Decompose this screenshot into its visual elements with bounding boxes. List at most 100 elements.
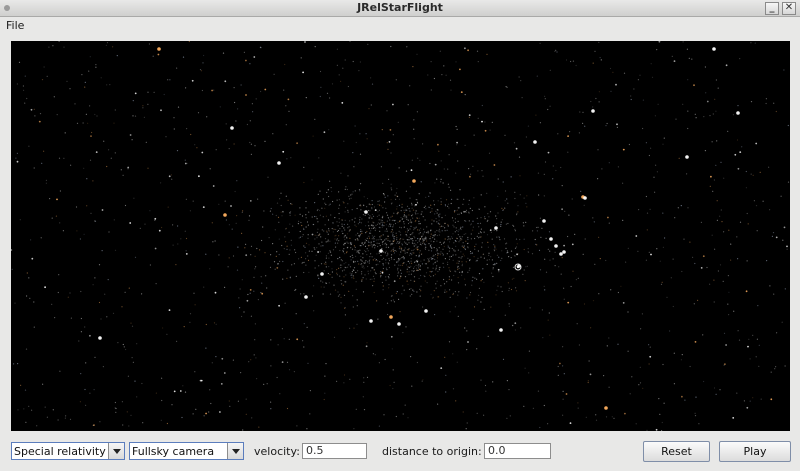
star bbox=[232, 359, 234, 361]
star bbox=[463, 233, 465, 235]
star bbox=[347, 227, 349, 229]
star bbox=[423, 275, 425, 277]
star bbox=[463, 210, 465, 213]
star bbox=[213, 322, 216, 324]
star bbox=[228, 148, 230, 150]
star bbox=[578, 132, 581, 134]
star bbox=[454, 250, 456, 252]
star bbox=[420, 227, 422, 229]
star bbox=[448, 278, 450, 280]
velocity-field[interactable]: 0.5 bbox=[302, 443, 367, 459]
star bbox=[314, 215, 316, 218]
minimize-button[interactable]: _ bbox=[765, 2, 779, 15]
star bbox=[418, 254, 420, 256]
star bbox=[403, 258, 405, 260]
star bbox=[235, 222, 237, 224]
star bbox=[387, 276, 389, 278]
star bbox=[752, 334, 754, 336]
star bbox=[650, 253, 652, 256]
star bbox=[278, 253, 280, 256]
star bbox=[609, 67, 612, 70]
star bbox=[393, 258, 395, 261]
star bbox=[687, 79, 689, 81]
play-button[interactable]: Play bbox=[719, 441, 791, 462]
star bbox=[293, 263, 295, 265]
star bbox=[429, 244, 431, 246]
star bbox=[302, 234, 304, 236]
star bbox=[456, 361, 458, 363]
star bbox=[311, 233, 314, 236]
star bbox=[295, 313, 297, 315]
chevron-down-icon[interactable] bbox=[108, 443, 124, 459]
star bbox=[414, 221, 416, 223]
star bbox=[338, 240, 340, 242]
star bbox=[469, 259, 471, 262]
star bbox=[307, 234, 309, 236]
star bbox=[364, 274, 366, 276]
star bbox=[590, 100, 592, 103]
star bbox=[466, 422, 468, 424]
star bbox=[401, 203, 403, 205]
star bbox=[253, 276, 255, 278]
star bbox=[537, 390, 540, 392]
star bbox=[456, 198, 458, 200]
star bbox=[26, 272, 28, 274]
star bbox=[382, 207, 384, 209]
menu-file[interactable]: File bbox=[6, 19, 24, 32]
camera-select[interactable]: Fullsky camera bbox=[129, 442, 244, 460]
theory-select[interactable]: Special relativity bbox=[11, 442, 125, 460]
reset-button[interactable]: Reset bbox=[643, 441, 710, 462]
star bbox=[439, 254, 441, 256]
star bbox=[340, 279, 342, 282]
star bbox=[100, 318, 102, 320]
star bbox=[755, 205, 758, 207]
star bbox=[290, 157, 292, 159]
star bbox=[399, 226, 401, 228]
distance-field[interactable]: 0.0 bbox=[484, 443, 551, 459]
star bbox=[513, 225, 515, 227]
star bbox=[506, 242, 508, 244]
sky-view[interactable] bbox=[11, 41, 790, 431]
star bbox=[420, 290, 422, 292]
star bbox=[398, 258, 400, 260]
star bbox=[356, 299, 358, 301]
star bbox=[411, 238, 413, 240]
star bbox=[424, 248, 427, 250]
star bbox=[318, 243, 320, 245]
star bbox=[782, 239, 784, 241]
star bbox=[541, 309, 544, 311]
star bbox=[371, 213, 373, 216]
star bbox=[409, 186, 411, 188]
star bbox=[278, 238, 280, 240]
star bbox=[559, 362, 561, 365]
star bbox=[363, 196, 365, 198]
star bbox=[570, 285, 572, 288]
star bbox=[454, 210, 456, 212]
star bbox=[419, 250, 421, 252]
star bbox=[450, 236, 453, 238]
star bbox=[82, 122, 84, 124]
star bbox=[337, 229, 340, 232]
star bbox=[405, 216, 408, 218]
star bbox=[434, 253, 437, 256]
star bbox=[340, 296, 342, 298]
star bbox=[513, 142, 516, 144]
star bbox=[379, 261, 381, 263]
star bbox=[477, 250, 479, 252]
chevron-down-icon[interactable] bbox=[227, 443, 243, 459]
close-button[interactable]: ✕ bbox=[782, 2, 796, 15]
star bbox=[457, 213, 459, 215]
star bbox=[113, 219, 115, 221]
star bbox=[161, 399, 163, 402]
starfield-canvas[interactable] bbox=[11, 41, 790, 431]
star bbox=[424, 219, 426, 221]
star bbox=[443, 65, 445, 67]
star bbox=[303, 166, 305, 168]
star bbox=[506, 417, 508, 419]
star bbox=[122, 343, 124, 346]
star bbox=[698, 423, 700, 425]
star bbox=[373, 280, 375, 282]
star bbox=[354, 239, 356, 241]
star bbox=[411, 249, 413, 252]
star bbox=[112, 312, 115, 314]
